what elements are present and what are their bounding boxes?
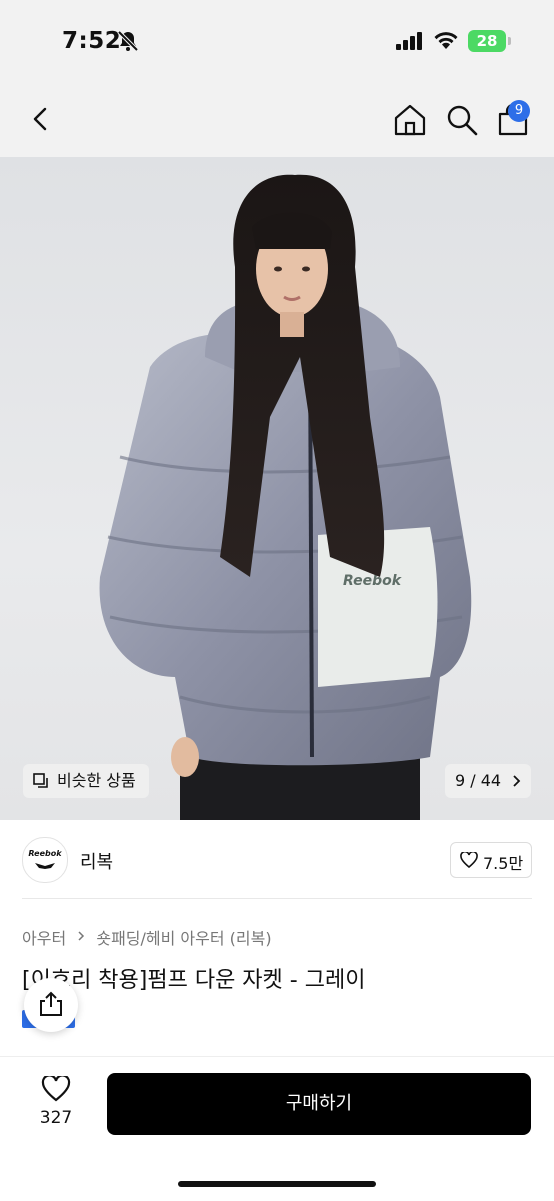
brand-logo-mark bbox=[35, 863, 55, 869]
chevron-right-icon bbox=[78, 930, 85, 941]
breadcrumb-item[interactable]: 숏패딩/헤비 아우터 (리복) bbox=[96, 929, 271, 948]
home-indicator bbox=[178, 1181, 376, 1187]
similar-products-label: 비슷한 상품 bbox=[57, 771, 136, 790]
breadcrumb-item[interactable]: 아우터 bbox=[22, 929, 66, 948]
brand-logo[interactable]: Reebok bbox=[22, 837, 68, 883]
similar-icon bbox=[33, 773, 48, 788]
product-image[interactable]: Reebok bbox=[0, 157, 554, 820]
chevron-right-icon bbox=[513, 775, 521, 787]
image-counter-button[interactable]: 9 / 44 bbox=[445, 764, 531, 798]
image-counter: 9 / 44 bbox=[455, 771, 502, 790]
share-button[interactable] bbox=[24, 978, 78, 1032]
model-illustration: Reebok bbox=[99, 174, 472, 820]
top-nav bbox=[0, 82, 554, 157]
jacket-logo-text: Reebok bbox=[343, 573, 403, 589]
buy-button[interactable]: 구매하기 bbox=[107, 1073, 531, 1135]
divider bbox=[22, 898, 532, 899]
status-time: 7:52 bbox=[62, 28, 122, 54]
brand-name[interactable]: 리복 bbox=[80, 848, 113, 874]
bell-slash-icon bbox=[117, 30, 139, 52]
battery-tip bbox=[508, 37, 511, 45]
wifi-icon bbox=[434, 32, 458, 49]
breadcrumb: 아우터 숏패딩/헤비 아우터 (리복) bbox=[22, 925, 272, 949]
heart-icon bbox=[460, 852, 478, 868]
battery-level: 28 bbox=[468, 30, 506, 52]
home-icon[interactable] bbox=[392, 102, 428, 138]
status-bar: 7:52 28 bbox=[0, 0, 554, 82]
brand-like-button[interactable]: 7.5만 bbox=[450, 842, 532, 878]
similar-products-button[interactable]: 비슷한 상품 bbox=[23, 764, 149, 798]
cart-badge: 9 bbox=[508, 100, 530, 122]
share-icon bbox=[40, 991, 62, 1016]
brand-like-count: 7.5만 bbox=[483, 854, 524, 873]
wishlist-count: 327 bbox=[39, 1108, 73, 1128]
heart-icon bbox=[41, 1076, 71, 1102]
back-icon[interactable] bbox=[26, 104, 56, 134]
signal-icon bbox=[396, 32, 422, 50]
search-icon[interactable] bbox=[444, 102, 480, 138]
